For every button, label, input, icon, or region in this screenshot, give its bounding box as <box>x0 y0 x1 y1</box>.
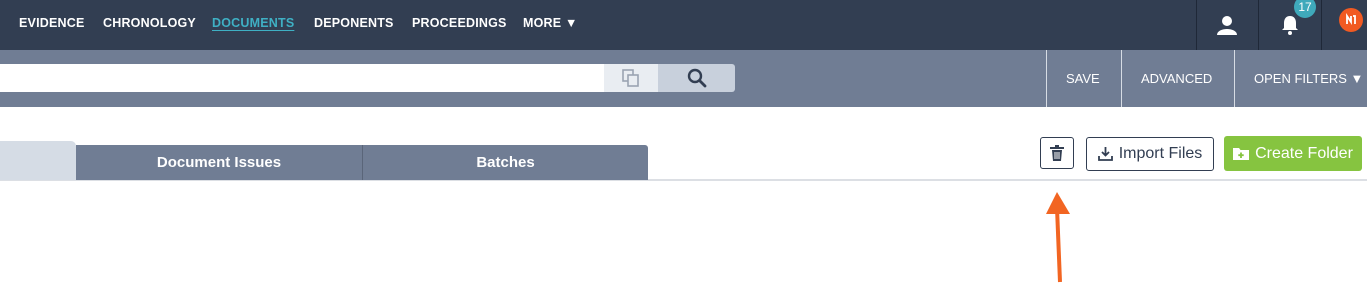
tab-active[interactable] <box>0 141 76 180</box>
nav-chronology[interactable]: CHRONOLOGY <box>103 16 196 30</box>
search-bar: SAVE ADVANCED OPEN FILTERS ▼ <box>0 50 1367 107</box>
tab-batches[interactable]: Batches <box>363 145 648 180</box>
import-files-button[interactable]: Import Files <box>1086 137 1214 171</box>
advanced-search-link[interactable]: ADVANCED <box>1141 71 1212 86</box>
search-icon <box>687 68 706 88</box>
tab-document-issues[interactable]: Document Issues <box>76 145 362 180</box>
nav-more-menu[interactable]: MORE ▼ <box>523 16 578 30</box>
nav-deponents[interactable]: DEPONENTS <box>314 16 394 30</box>
divider <box>1046 50 1047 107</box>
import-files-label: Import Files <box>1118 145 1203 162</box>
folder-plus-icon <box>1233 148 1250 160</box>
search-input[interactable] <box>0 64 604 92</box>
divider <box>1321 0 1322 50</box>
top-nav: EVIDENCE CHRONOLOGY DOCUMENTS DEPONENTS … <box>0 0 1367 50</box>
nav-documents[interactable]: DOCUMENTS <box>212 16 294 30</box>
copy-button[interactable] <box>604 64 658 92</box>
brand-logo-icon[interactable] <box>1339 8 1363 32</box>
save-search-link[interactable]: SAVE <box>1066 71 1100 86</box>
open-filters-link[interactable]: OPEN FILTERS ▼ <box>1254 71 1363 86</box>
divider <box>1121 50 1122 107</box>
annotation-arrow-icon <box>1046 192 1070 283</box>
download-icon <box>1097 147 1113 161</box>
divider <box>1234 50 1235 107</box>
search-button[interactable] <box>658 64 735 92</box>
nav-proceedings[interactable]: PROCEEDINGS <box>412 16 507 30</box>
create-folder-button[interactable]: Create Folder <box>1224 136 1362 171</box>
delete-button[interactable] <box>1040 137 1074 169</box>
nav-evidence[interactable]: EVIDENCE <box>19 16 85 30</box>
create-folder-label: Create Folder <box>1255 144 1353 162</box>
trash-icon <box>1050 145 1064 161</box>
copy-icon <box>622 69 639 87</box>
user-icon[interactable] <box>1197 0 1257 50</box>
